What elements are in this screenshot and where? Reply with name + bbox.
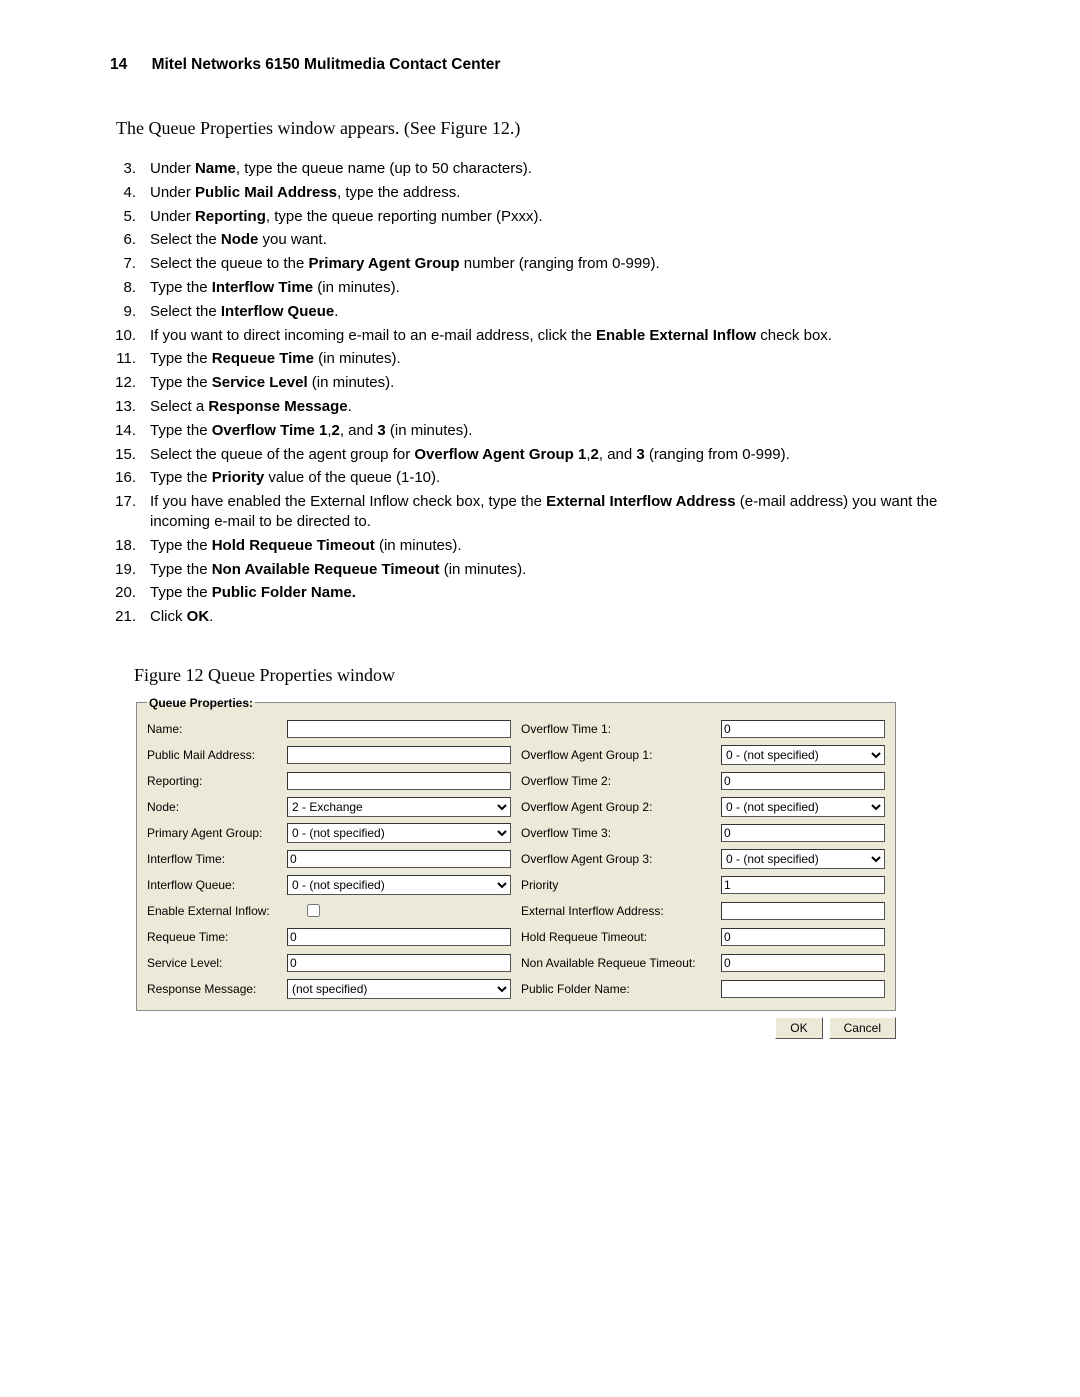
priority-label: Priority [521, 878, 721, 892]
step-item: 11.Type the Requeue Time (in minutes). [110, 349, 970, 373]
step-item: 10.If you want to direct incoming e-mail… [110, 326, 970, 350]
step-item: 20.Type the Public Folder Name. [110, 583, 970, 607]
node-label: Node: [147, 800, 287, 814]
name-input[interactable] [287, 720, 511, 738]
public-mail-label: Public Mail Address: [147, 748, 287, 762]
reporting-label: Reporting: [147, 774, 287, 788]
response-message-select[interactable]: (not specified) [287, 979, 511, 999]
left-column: Name: Public Mail Address: Reporting: No… [147, 716, 511, 1002]
page-title: Mitel Networks 6150 Mulitmedia Contact C… [152, 56, 501, 73]
step-item: 17.If you have enabled the External Infl… [110, 492, 970, 536]
service-level-label: Service Level: [147, 956, 287, 970]
ok-button[interactable]: OK [775, 1017, 822, 1039]
step-item: 3.Under Name, type the queue name (up to… [110, 159, 970, 183]
page-header: 14 Mitel Networks 6150 Mulitmedia Contac… [110, 56, 970, 74]
right-column: Overflow Time 1: Overflow Agent Group 1:… [521, 716, 885, 1002]
interflow-queue-select[interactable]: 0 - (not specified) [287, 875, 511, 895]
node-select[interactable]: 2 - Exchange [287, 797, 511, 817]
overflow-time-3-label: Overflow Time 3: [521, 826, 721, 840]
interflow-time-input[interactable] [287, 850, 511, 868]
response-message-label: Response Message: [147, 982, 287, 996]
step-item: 16.Type the Priority value of the queue … [110, 468, 970, 492]
overflow-agent-group-1-label: Overflow Agent Group 1: [521, 748, 721, 762]
interflow-queue-label: Interflow Queue: [147, 878, 287, 892]
step-item: 7.Select the queue to the Primary Agent … [110, 254, 970, 278]
public-folder-name-label: Public Folder Name: [521, 982, 721, 996]
overflow-time-1-input[interactable] [721, 720, 885, 738]
step-item: 21.Click OK. [110, 607, 970, 631]
step-item: 14.Type the Overflow Time 1,2, and 3 (in… [110, 421, 970, 445]
step-item: 8.Type the Interflow Time (in minutes). [110, 278, 970, 302]
overflow-agent-group-2-label: Overflow Agent Group 2: [521, 800, 721, 814]
hold-requeue-timeout-input[interactable] [721, 928, 885, 946]
requeue-time-input[interactable] [287, 928, 511, 946]
public-mail-input[interactable] [287, 746, 511, 764]
non-available-requeue-timeout-input[interactable] [721, 954, 885, 972]
overflow-agent-group-1-select[interactable]: 0 - (not specified) [721, 745, 885, 765]
step-item: 19.Type the Non Available Requeue Timeou… [110, 560, 970, 584]
priority-input[interactable] [721, 876, 885, 894]
figure-caption: Figure 12 Queue Properties window [134, 665, 970, 686]
public-folder-name-input[interactable] [721, 980, 885, 998]
step-item: 12.Type the Service Level (in minutes). [110, 373, 970, 397]
overflow-agent-group-3-label: Overflow Agent Group 3: [521, 852, 721, 866]
overflow-agent-group-3-select[interactable]: 0 - (not specified) [721, 849, 885, 869]
reporting-input[interactable] [287, 772, 511, 790]
overflow-time-2-label: Overflow Time 2: [521, 774, 721, 788]
hold-requeue-timeout-label: Hold Requeue Timeout: [521, 930, 721, 944]
step-item: 15.Select the queue of the agent group f… [110, 445, 970, 469]
primary-agent-group-select[interactable]: 0 - (not specified) [287, 823, 511, 843]
enable-external-inflow-label: Enable External Inflow: [147, 904, 307, 918]
external-interflow-address-label: External Interflow Address: [521, 904, 721, 918]
step-item: 9.Select the Interflow Queue. [110, 302, 970, 326]
cancel-button[interactable]: Cancel [829, 1017, 896, 1039]
group-legend: Queue Properties: [147, 696, 255, 710]
external-interflow-address-input[interactable] [721, 902, 885, 920]
page-number: 14 [110, 56, 127, 74]
interflow-time-label: Interflow Time: [147, 852, 287, 866]
steps-list: 3.Under Name, type the queue name (up to… [110, 159, 970, 631]
step-item: 4.Under Public Mail Address, type the ad… [110, 183, 970, 207]
service-level-input[interactable] [287, 954, 511, 972]
name-label: Name: [147, 722, 287, 736]
step-item: 5.Under Reporting, type the queue report… [110, 207, 970, 231]
overflow-time-1-label: Overflow Time 1: [521, 722, 721, 736]
requeue-time-label: Requeue Time: [147, 930, 287, 944]
overflow-agent-group-2-select[interactable]: 0 - (not specified) [721, 797, 885, 817]
primary-agent-group-label: Primary Agent Group: [147, 826, 287, 840]
non-available-requeue-timeout-label: Non Available Requeue Timeout: [521, 956, 721, 970]
queue-properties-window: Queue Properties: Name: Public Mail Addr… [136, 696, 896, 1039]
step-item: 13.Select a Response Message. [110, 397, 970, 421]
enable-external-inflow-checkbox[interactable] [307, 904, 320, 917]
step-item: 6.Select the Node you want. [110, 230, 970, 254]
overflow-time-3-input[interactable] [721, 824, 885, 842]
intro-text: The Queue Properties window appears. (Se… [116, 118, 970, 139]
overflow-time-2-input[interactable] [721, 772, 885, 790]
step-item: 18.Type the Hold Requeue Timeout (in min… [110, 536, 970, 560]
